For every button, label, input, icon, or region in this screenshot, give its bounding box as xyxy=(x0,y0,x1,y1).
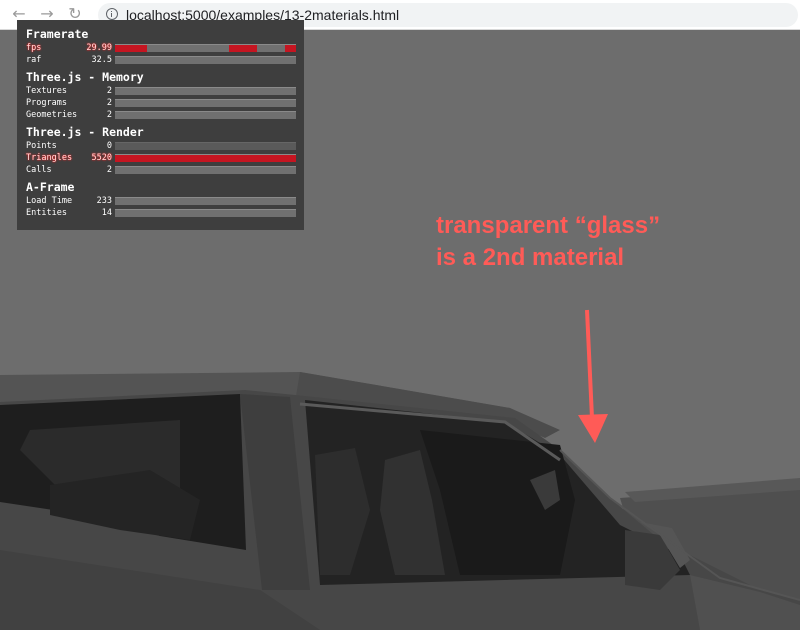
stat-graph xyxy=(115,142,296,150)
stats-row-programs: Programs 2 xyxy=(26,97,296,109)
stats-row-triangles: Triangles 5520 xyxy=(26,152,296,164)
stat-graph xyxy=(115,197,296,205)
stat-value: 5520 xyxy=(91,153,112,163)
stat-graph xyxy=(115,209,296,217)
stats-row-calls: Calls 2 xyxy=(26,164,296,176)
info-icon[interactable] xyxy=(106,8,118,20)
stat-graph xyxy=(115,111,296,119)
stat-value: 32.5 xyxy=(91,55,112,65)
stats-row-textures: Textures 2 xyxy=(26,85,296,97)
stat-label: Programs xyxy=(26,98,67,108)
stat-value: 0 xyxy=(106,141,112,151)
annotation-line-2: is a 2nd material xyxy=(436,244,625,271)
stat-graph xyxy=(115,56,296,64)
stat-value: 2 xyxy=(106,98,112,108)
stat-label: fps xyxy=(26,43,42,53)
stat-graph xyxy=(115,154,296,162)
stat-graph xyxy=(115,44,296,52)
memory-heading: Three.js - Memory xyxy=(26,70,144,84)
render-heading: Three.js - Render xyxy=(26,125,144,139)
stat-value: 233 xyxy=(96,196,112,206)
stat-label: Load Time xyxy=(26,196,73,206)
stat-label: Entities xyxy=(26,208,67,218)
stats-row-raf: raf 32.5 xyxy=(26,54,296,66)
aframe-heading: A-Frame xyxy=(26,180,75,194)
stat-graph xyxy=(115,99,296,107)
stat-value: 2 xyxy=(106,110,112,120)
annotation-text: transparent “glass” is a 2nd material xyxy=(436,210,660,274)
stat-label: Geometries xyxy=(26,110,78,120)
stat-label: Triangles xyxy=(26,153,73,163)
triangles-fill xyxy=(115,155,296,162)
stats-row-entities: Entities 14 xyxy=(26,207,296,219)
stats-panel: Framerate fps 29.99 raf 32.5 Three.js - … xyxy=(17,20,304,230)
stat-value: 14 xyxy=(101,208,112,218)
stat-value: 2 xyxy=(106,165,112,175)
stat-label: Points xyxy=(26,141,57,151)
stats-row-geometries: Geometries 2 xyxy=(26,109,296,121)
stats-row-fps: fps 29.99 xyxy=(26,42,296,54)
stats-row-load-time: Load Time 233 xyxy=(26,195,296,207)
stat-value: 29.99 xyxy=(86,43,112,53)
annotation-arrow xyxy=(578,309,608,443)
stats-row-points: Points 0 xyxy=(26,140,296,152)
stat-label: raf xyxy=(26,55,42,65)
stat-label: Calls xyxy=(26,165,52,175)
annotation-line-1: transparent “glass” xyxy=(436,212,661,239)
stat-label: Textures xyxy=(26,86,67,96)
stat-value: 2 xyxy=(106,86,112,96)
framerate-heading: Framerate xyxy=(26,27,89,41)
stat-graph xyxy=(115,87,296,95)
stat-graph xyxy=(115,166,296,174)
